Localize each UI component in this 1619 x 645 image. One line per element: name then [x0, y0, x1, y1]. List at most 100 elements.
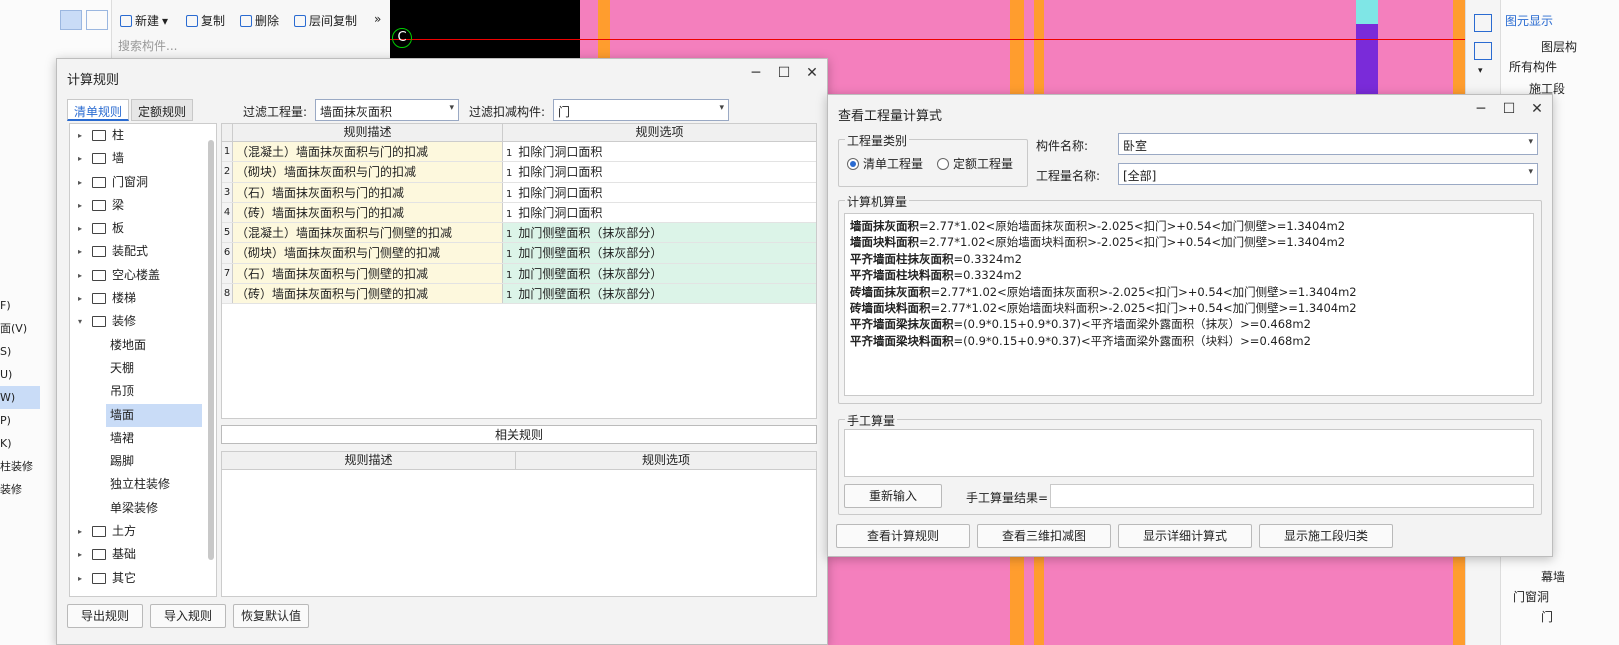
tree-node[interactable]: ▾ 装修	[70, 310, 216, 333]
table-row[interactable]: 6 （砌块）墙面抹灰面积与门侧壁的扣减 1 加门侧壁面积（抹灰部分）	[222, 243, 816, 264]
show-detail-formula-button[interactable]: 显示详细计算式	[1118, 524, 1252, 548]
table-row[interactable]: 4 （砖）墙面抹灰面积与门的扣减 1 扣除门洞口面积	[222, 202, 816, 224]
tree-node[interactable]: ▸ 柱	[70, 124, 216, 147]
expand-arrow-icon[interactable]: ▸	[78, 194, 82, 217]
radio-list-qty[interactable]: 清单工程量	[847, 155, 923, 172]
qty-name-select[interactable]: [全部] ▾	[1118, 163, 1538, 185]
component-name-select[interactable]: 卧室 ▾	[1118, 133, 1538, 155]
tree-leaf[interactable]: 墙裙	[70, 427, 216, 450]
radio-quota-qty[interactable]: 定额工程量	[937, 155, 1013, 172]
view-calc-rules-button[interactable]: 查看计算规则	[836, 524, 970, 548]
tree-leaf-selected[interactable]: 墙面	[106, 403, 202, 427]
tree-leaf[interactable]: 独立柱装修	[70, 473, 216, 496]
new-button[interactable]: 新建 ▾	[120, 12, 168, 29]
column-header[interactable]: 规则选项	[516, 452, 816, 469]
tree-node[interactable]: ▸ 门窗洞	[70, 171, 216, 194]
list-item[interactable]: K)	[0, 432, 40, 455]
list-item[interactable]: 面(V)	[0, 317, 40, 340]
tree-door[interactable]: 门	[1541, 608, 1553, 625]
table-row[interactable]: 1 （混凝土）墙面抹灰面积与门的扣减 1 扣除门洞口面积	[222, 142, 816, 163]
table-row[interactable]: 8 （砖）墙面抹灰面积与门侧壁的扣减 1 加门侧壁面积（抹灰部分）	[222, 284, 816, 305]
tree-node[interactable]: ▸ 基础	[70, 543, 216, 566]
column-header[interactable]: 规则描述	[233, 124, 503, 141]
rule-option-cell[interactable]: 1 加门侧壁面积（抹灰部分）	[503, 223, 816, 243]
tree-curtain-wall[interactable]: 幕墙	[1541, 568, 1565, 585]
more-chevron-icon[interactable]: »	[374, 12, 381, 26]
expand-arrow-icon[interactable]: ▸	[78, 287, 82, 310]
collapse-arrow-icon[interactable]: ▾	[78, 310, 82, 333]
list-item-selected[interactable]: W)	[0, 386, 40, 409]
reenter-button[interactable]: 重新输入	[844, 484, 942, 508]
tab-element-display[interactable]: 图元显示	[1505, 12, 1553, 29]
component-search-input[interactable]: 搜索构件...	[112, 36, 387, 54]
rule-option-cell[interactable]: 1 加门侧壁面积（抹灰部分）	[503, 284, 816, 304]
expand-arrow-icon[interactable]: ▸	[78, 543, 82, 566]
table-row[interactable]: 5 （混凝土）墙面抹灰面积与门侧壁的扣减 1 加门侧壁面积（抹灰部分）	[222, 223, 816, 244]
tree-leaf[interactable]: 天棚	[70, 357, 216, 380]
list-item[interactable]: 柱装修	[0, 455, 40, 478]
list-item[interactable]: U)	[0, 363, 40, 386]
tree-all-components[interactable]: 所有构件	[1509, 58, 1557, 75]
close-icon[interactable]: ✕	[1530, 101, 1544, 117]
tree-node[interactable]: ▸ 板	[70, 217, 216, 240]
list-item[interactable]: 装修	[0, 478, 40, 501]
manual-result-input[interactable]	[1050, 484, 1534, 508]
maximize-icon[interactable]: ☐	[777, 65, 791, 81]
expand-arrow-icon[interactable]: ▸	[78, 217, 82, 240]
tree-node[interactable]: ▸ 空心楼盖	[70, 264, 216, 287]
copy-button[interactable]: 复制	[186, 12, 225, 29]
list-item[interactable]: P)	[0, 409, 40, 432]
tree-node[interactable]: ▸ 楼梯	[70, 287, 216, 310]
list-item[interactable]: S)	[0, 340, 40, 363]
expand-arrow-icon[interactable]: ▸	[78, 264, 82, 287]
tree-node[interactable]: ▸ 梁	[70, 194, 216, 217]
tree-leaf[interactable]: 踢脚	[70, 450, 216, 473]
column-header[interactable]: 规则描述	[222, 452, 516, 469]
table-row[interactable]: 7 （石）墙面抹灰面积与门侧壁的扣减 1 加门侧壁面积（抹灰部分）	[222, 263, 816, 285]
chevron-down-icon[interactable]: ▾	[1478, 66, 1483, 76]
delete-button[interactable]: 删除	[240, 12, 279, 29]
expand-arrow-icon[interactable]: ▸	[78, 171, 82, 194]
floor-copy-button[interactable]: 层间复制	[294, 12, 357, 29]
maximize-icon[interactable]: ☐	[1502, 101, 1516, 117]
detail-view-icon[interactable]	[86, 10, 108, 30]
minimize-icon[interactable]: ─	[1474, 101, 1488, 117]
export-rules-button[interactable]: 导出规则	[67, 604, 143, 628]
list-item[interactable]: F)	[0, 294, 40, 317]
table-row[interactable]: 2 （砌块）墙面抹灰面积与门的扣减 1 扣除门洞口面积	[222, 162, 816, 183]
tree-node[interactable]: ▸ 墙	[70, 147, 216, 170]
filter-deduct-select[interactable]: 门 ▾	[553, 99, 729, 121]
rule-option-cell[interactable]: 1 加门侧壁面积（抹灰部分）	[503, 263, 816, 284]
tree-node[interactable]: ▸ 其它	[70, 567, 216, 590]
table-row[interactable]: 3 （石）墙面抹灰面积与门的扣减 1 扣除门洞口面积	[222, 182, 816, 203]
expand-arrow-icon[interactable]: ▸	[78, 124, 82, 147]
rule-option-cell[interactable]: 1 扣除门洞口面积	[503, 142, 816, 162]
expand-arrow-icon[interactable]: ▸	[78, 147, 82, 170]
minimize-icon[interactable]: ─	[749, 65, 763, 81]
expand-arrow-icon[interactable]: ▸	[78, 240, 82, 263]
import-rules-button[interactable]: 导入规则	[150, 604, 226, 628]
rule-option-cell[interactable]: 1 扣除门洞口面积	[503, 202, 816, 223]
show-section-button[interactable]: 显示施工段归类	[1259, 524, 1393, 548]
related-rules-bar[interactable]: 相关规则	[221, 425, 817, 444]
close-icon[interactable]: ✕	[805, 65, 819, 81]
view-3d-deduct-button[interactable]: 查看三维扣减图	[977, 524, 1111, 548]
tree-scrollbar[interactable]	[208, 140, 214, 560]
rule-option-cell[interactable]: 1 扣除门洞口面积	[503, 182, 816, 202]
tab-quota-rules[interactable]: 定额规则	[131, 99, 194, 121]
reset-default-button[interactable]: 恢复默认值	[233, 604, 309, 628]
tree-door-window[interactable]: 门窗洞	[1513, 588, 1549, 605]
tree-leaf[interactable]: 吊顶	[70, 380, 216, 403]
rule-option-cell[interactable]: 1 加门侧壁面积（抹灰部分）	[503, 243, 816, 263]
filter-qty-select[interactable]: 墙面抹灰面积 ▾	[315, 99, 459, 121]
tab-list-rules[interactable]: 清单规则	[67, 99, 130, 121]
expand-arrow-icon[interactable]: ▸	[78, 567, 82, 590]
tree-leaf[interactable]: 单梁装修	[70, 497, 216, 520]
list-view-icon[interactable]	[60, 10, 82, 30]
manual-calc-input[interactable]	[844, 429, 1534, 477]
column-header[interactable]: 规则选项	[503, 124, 816, 141]
3d-view-icon[interactable]	[1474, 14, 1492, 32]
expand-arrow-icon[interactable]: ▸	[78, 520, 82, 543]
calc-formula-text[interactable]: 墙面抹灰面积=2.77*1.02<原始墙面抹灰面积>-2.025<扣门>+0.5…	[844, 213, 1534, 396]
tree-leaf[interactable]: 楼地面	[70, 334, 216, 357]
